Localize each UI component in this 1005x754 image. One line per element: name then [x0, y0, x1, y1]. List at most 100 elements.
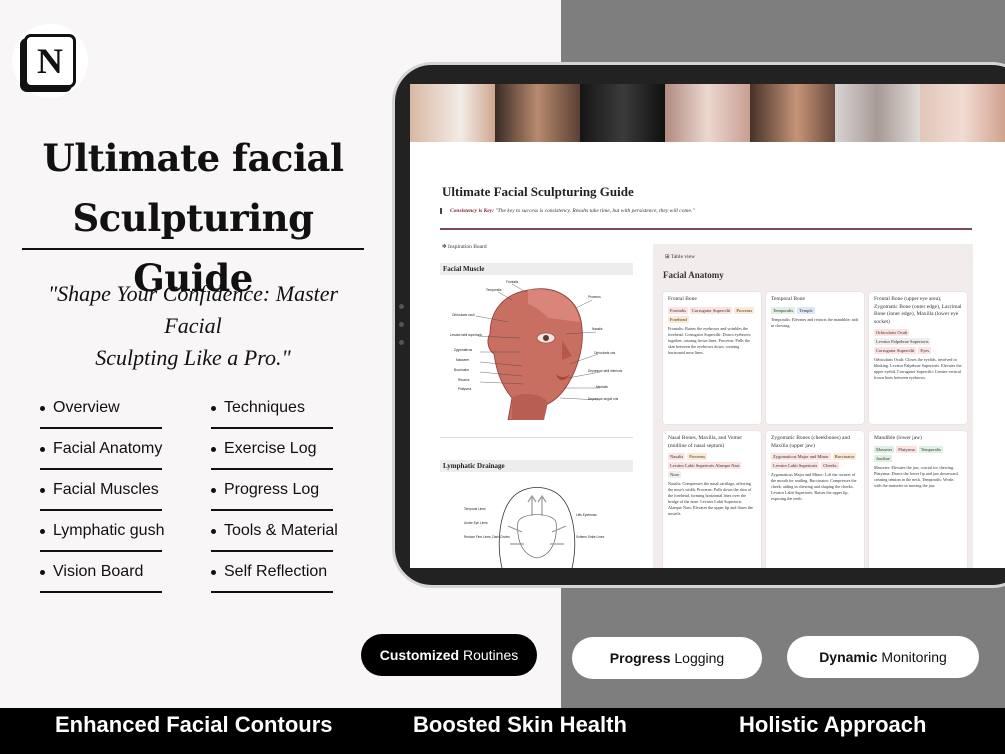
- card-tags: Zygomaticus Major and Minor Buccinator Lev…: [771, 453, 859, 469]
- inspiration-board-link[interactable]: ✻ Inspiration Board: [442, 244, 487, 250]
- lymph-label: Under Eye Lines: [464, 521, 488, 525]
- card-description: Orbicularis Oculi: Closes the eyelids, i…: [874, 357, 962, 380]
- nav-item-vision-board[interactable]: Vision Board: [40, 552, 162, 593]
- facial-anatomy-database: ⊞ Table view Facial Anatomy Frontal Bone…: [653, 244, 973, 568]
- muscle-tag[interactable]: Frontalis: [668, 306, 689, 314]
- muscle-tag[interactable]: Corrugator Supercilii: [874, 347, 917, 354]
- nav-item-techniques[interactable]: Techniques: [211, 388, 333, 429]
- title-divider: [440, 228, 972, 230]
- card-description: Zygomaticus Major and Minor: Lift the co…: [771, 472, 857, 501]
- cta-bold: Progress: [609, 650, 671, 666]
- cover-photo: [495, 84, 580, 142]
- database-title: Facial Anatomy: [663, 270, 724, 280]
- nav-item-progress-log[interactable]: Progress Log: [211, 470, 333, 511]
- app-screen: Ultimate Facial Sculpturing Guide Consis…: [410, 84, 1005, 568]
- cover-photo: [920, 84, 1005, 142]
- cover-photo: [750, 84, 835, 142]
- card-title: Frontal Bone: [668, 296, 697, 302]
- card-title: Nasal Bones, Maxilla, and Vomer (midline…: [668, 435, 743, 449]
- table-view-label: Table view: [670, 254, 696, 260]
- hero-divider: [22, 248, 364, 250]
- cta-rest: Routines: [459, 647, 519, 663]
- lymphatic-diagram: Temporal Lines Under Eye Lines Reduce Fi…: [464, 487, 605, 568]
- nav-item-lymphatic-gush[interactable]: Lymphatic gush: [40, 511, 164, 552]
- card-tags: Masseter Platysma Temporalis Jawline: [874, 445, 962, 462]
- muscle-tag[interactable]: Corrugator Supercilii: [690, 306, 733, 314]
- table-view-tab[interactable]: ⊞ Table view: [665, 254, 695, 260]
- notion-n-icon: N: [24, 34, 76, 88]
- cta-rest: Logging: [670, 650, 725, 666]
- bottom-benefit-3: Holistic Approach: [739, 712, 927, 737]
- card-description: Nasalis: Compresses the nasal cartilage,…: [668, 481, 753, 516]
- lymph-label: Lifts Eyebrows: [576, 513, 597, 517]
- muscle-tag[interactable]: Platysma: [896, 445, 917, 453]
- section-divider: [440, 437, 633, 438]
- anatomy-card[interactable]: Temporal Bone Temporalis Temple Temporalis:…: [766, 292, 864, 424]
- inspiration-board-label: Inspiration Board: [447, 244, 487, 250]
- gear-icon: ✻: [442, 244, 447, 250]
- muscle-tag[interactable]: Orbicularis Oculi: [874, 329, 910, 336]
- muscle-tag[interactable]: Temple: [797, 306, 815, 314]
- muscle-label: Mentalis: [596, 385, 608, 389]
- nav-item-facial-anatomy[interactable]: Facial Anatomy: [40, 429, 162, 470]
- hero-title-line-1: Ultimate facial: [42, 136, 344, 180]
- muscle-tag[interactable]: Nose: [668, 471, 682, 478]
- muscle-tag[interactable]: Procerus: [734, 306, 755, 314]
- card-description: Frontalis: Raises the eyebrows and wrink…: [668, 325, 751, 355]
- hero-quote-line-1: "Shape Your Confidence: Master Facial: [47, 281, 339, 338]
- anatomy-card[interactable]: Frontal Bone (upper eye area), Zygomatic…: [869, 292, 967, 424]
- customized-routines-button[interactable]: Customized Routines: [361, 634, 537, 676]
- anatomy-card[interactable]: Zygomatic Bones (cheekbones) and Maxilla…: [766, 431, 864, 568]
- anatomy-card[interactable]: Frontal Bone Frontalis Corrugator Supercil…: [663, 292, 761, 424]
- anatomy-card[interactable]: Nasal Bones, Maxilla, and Vomer (midline…: [663, 431, 761, 568]
- card-description: Temporalis: Elevates and retracts the ma…: [771, 316, 859, 328]
- card-title: Frontal Bone (upper eye area), Zygomatic…: [874, 296, 962, 325]
- callout-label: Consistency is Key:: [450, 208, 494, 214]
- muscle-tag[interactable]: Temporalis: [918, 445, 943, 453]
- nav-item-facial-muscles[interactable]: Facial Muscles: [40, 470, 162, 511]
- muscle-label: Platysma: [458, 387, 471, 391]
- muscle-tag[interactable]: Masseter: [874, 445, 895, 453]
- muscle-tag[interactable]: Buccinator: [832, 453, 857, 460]
- muscle-tag[interactable]: Jawline: [874, 454, 892, 462]
- muscle-tag[interactable]: Zygomaticus Major and Minor: [771, 453, 831, 460]
- muscle-tag[interactable]: Procerus: [687, 453, 707, 460]
- nav-item-tools-material[interactable]: Tools & Material: [211, 511, 338, 552]
- hero-quote-line-2: Sculpting Like a Pro.": [95, 345, 291, 370]
- cover-photo: [665, 84, 750, 142]
- bottom-benefit-1: Enhanced Facial Contours: [55, 712, 333, 737]
- muscle-label: Orbicularis oris: [594, 351, 616, 355]
- muscle-tag[interactable]: Forehead: [668, 315, 689, 323]
- cta-rest: Monitoring: [877, 649, 947, 665]
- card-title: Zygomatic Bones (cheekbones) and Maxilla…: [771, 435, 850, 449]
- anatomy-card[interactable]: Mandible (lower jaw) Masseter Platysma Temp…: [869, 431, 967, 568]
- card-tags: Nasalis Procerus Levator Labii Superioris …: [668, 453, 756, 478]
- muscle-tag[interactable]: Eyes: [918, 347, 932, 354]
- hero-quote: "Shape Your Confidence: Master Facial Sc…: [18, 278, 368, 374]
- nav-item-overview[interactable]: Overview: [40, 388, 162, 429]
- muscle-tag[interactable]: Nasalis: [668, 453, 686, 460]
- muscle-label: Procerus: [588, 295, 601, 299]
- muscle-tag[interactable]: Levator Palpebrae Superioris: [874, 338, 931, 345]
- muscle-tag[interactable]: Cheeks: [821, 462, 839, 469]
- bottom-benefit-2: Boosted Skin Health: [413, 712, 627, 737]
- muscle-tag[interactable]: Levator Labii Superioris Alaeque Nasi: [668, 462, 742, 469]
- muscle-label: Depressor labii inferioris: [588, 369, 623, 373]
- progress-logging-button[interactable]: Progress Logging: [572, 637, 762, 679]
- callout-text: "The key to success is consistency. Resu…: [495, 208, 695, 214]
- cover-photo: [410, 84, 495, 142]
- muscle-label: Masseter: [456, 358, 470, 362]
- muscle-tag[interactable]: Levator Labii Superioris: [771, 462, 820, 469]
- card-tags: Frontalis Corrugator Supercilii Procerus Fo…: [668, 306, 756, 323]
- nav-item-self-reflection[interactable]: Self Reflection: [211, 552, 333, 593]
- muscle-label: Zygomaticus: [454, 348, 472, 352]
- muscle-label: Nasalis: [592, 327, 603, 331]
- dynamic-monitoring-button[interactable]: Dynamic Monitoring: [787, 636, 979, 678]
- nav-list-right: Techniques Exercise Log Progress Log Too…: [211, 388, 338, 593]
- tablet-camera: [399, 322, 404, 327]
- cover-photo: [835, 84, 920, 142]
- card-description: Masseter: Elevates the jaw, crucial for …: [874, 464, 959, 488]
- nav-item-exercise-log[interactable]: Exercise Log: [211, 429, 333, 470]
- muscle-tag[interactable]: Temporalis: [771, 306, 796, 314]
- card-tags: Temporalis Temple: [771, 306, 859, 314]
